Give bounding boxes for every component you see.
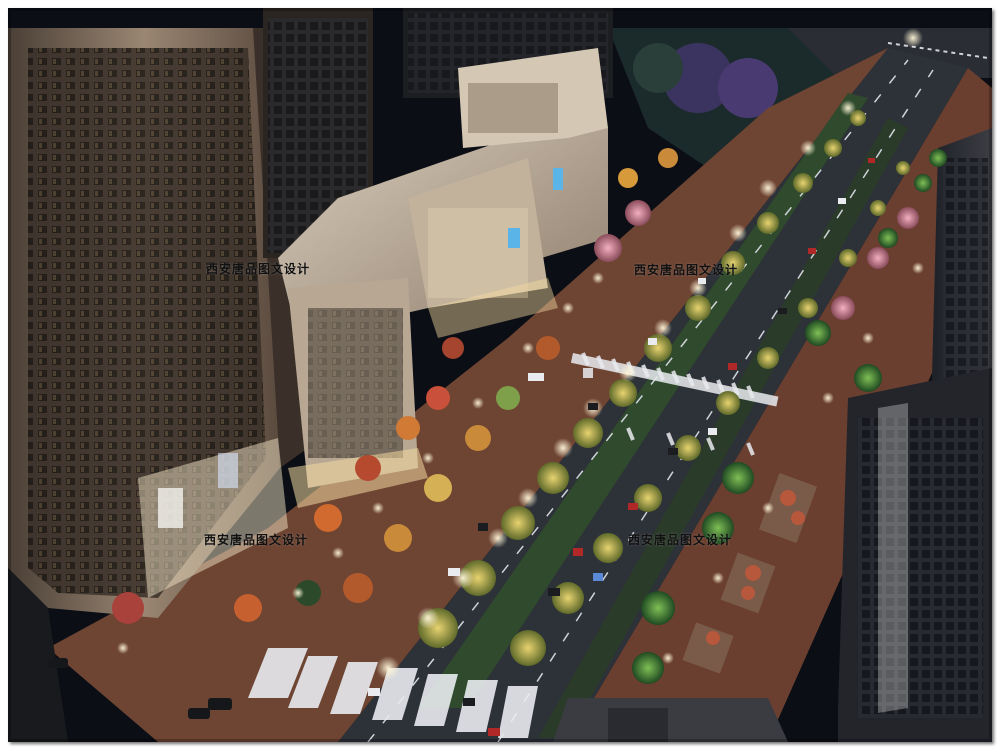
image-frame: 西安唐品图文设计 西安唐品图文设计 西安唐品图文设计 西安唐品图文设计 [0,0,1000,750]
render-scene [8,8,992,742]
watermark-text: 西安唐品图文设计 [204,533,309,547]
watermark-text: 西安唐品图文设计 [634,263,739,277]
watermark-text: 西安唐品图文设计 [206,262,311,276]
watermark-text: 西安唐品图文设计 [628,533,733,547]
night-street-render: 西安唐品图文设计 西安唐品图文设计 西安唐品图文设计 西安唐品图文设计 [8,8,992,742]
